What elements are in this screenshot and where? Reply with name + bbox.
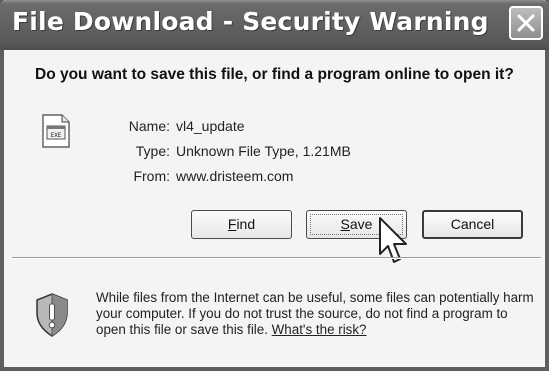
whats-the-risk-link[interactable]: What's the risk? — [272, 322, 367, 337]
cancel-button[interactable]: Cancel — [422, 210, 523, 239]
find-button[interactable]: Find — [191, 210, 292, 239]
security-warning-text: While files from the Internet can be use… — [96, 290, 541, 338]
file-type-label: Type: — [135, 143, 170, 159]
window-title: File Download - Security Warning — [12, 7, 489, 36]
cancel-label: Cancel — [450, 216, 495, 232]
file-name-label: Name: — [128, 118, 170, 134]
save-label-rest: ave — [349, 216, 373, 232]
section-divider — [12, 257, 541, 259]
close-icon — [517, 14, 535, 32]
find-label-rest: ind — [236, 216, 256, 232]
svg-text:EXE: EXE — [51, 132, 62, 139]
file-source-label: From: — [133, 168, 170, 184]
file-download-dialog: File Download - Security Warning Do you … — [0, 0, 549, 371]
file-name-value: vl4_update — [176, 118, 245, 134]
file-type-value: Unknown File Type, 1.21MB — [176, 143, 351, 159]
security-shield-icon — [36, 293, 68, 337]
close-button[interactable] — [509, 6, 543, 40]
unknown-file-icon: EXE — [42, 114, 70, 148]
mouse-pointer-icon — [379, 217, 407, 263]
file-source-value: www.dristeem.com — [176, 168, 294, 184]
title-bar[interactable]: File Download - Security Warning — [0, 0, 549, 50]
download-question: Do you want to save this file, or find a… — [35, 66, 514, 83]
save-mnemonic: S — [340, 216, 350, 232]
